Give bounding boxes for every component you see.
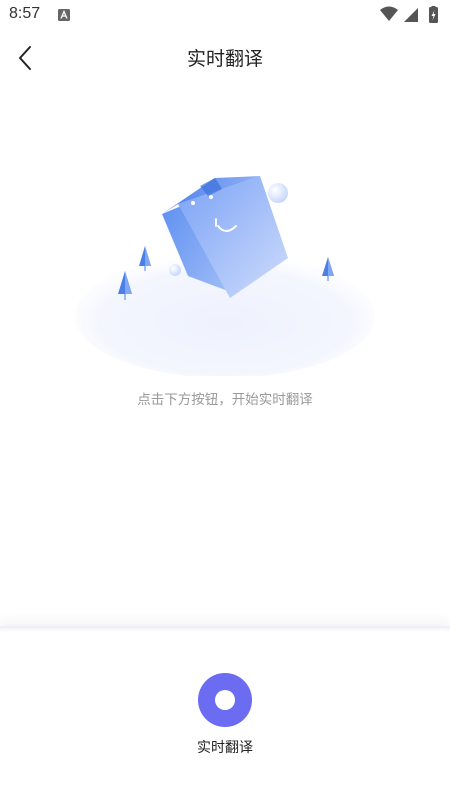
battery-icon: [429, 6, 438, 23]
record-icon: [215, 690, 235, 710]
a-notification-icon: [58, 9, 70, 21]
signal-icon: [404, 8, 418, 22]
app-header: 实时翻译: [0, 30, 450, 86]
status-bar: 8:57: [0, 0, 450, 30]
wifi-icon: [380, 6, 398, 21]
empty-state-bag-illustration: [75, 176, 375, 376]
hint-text: 点击下方按钮，开始实时翻译: [137, 392, 313, 408]
bubble-small: [169, 264, 181, 276]
status-icons: [380, 6, 438, 23]
record-label: 实时翻译: [197, 740, 253, 756]
status-time: 8:57: [9, 5, 41, 22]
page-title: 实时翻译: [186, 48, 263, 70]
record-button[interactable]: [198, 673, 252, 727]
panel-divider: [0, 626, 450, 632]
bottom-panel: 实时翻译: [0, 626, 450, 800]
bubble-large: [268, 183, 288, 203]
